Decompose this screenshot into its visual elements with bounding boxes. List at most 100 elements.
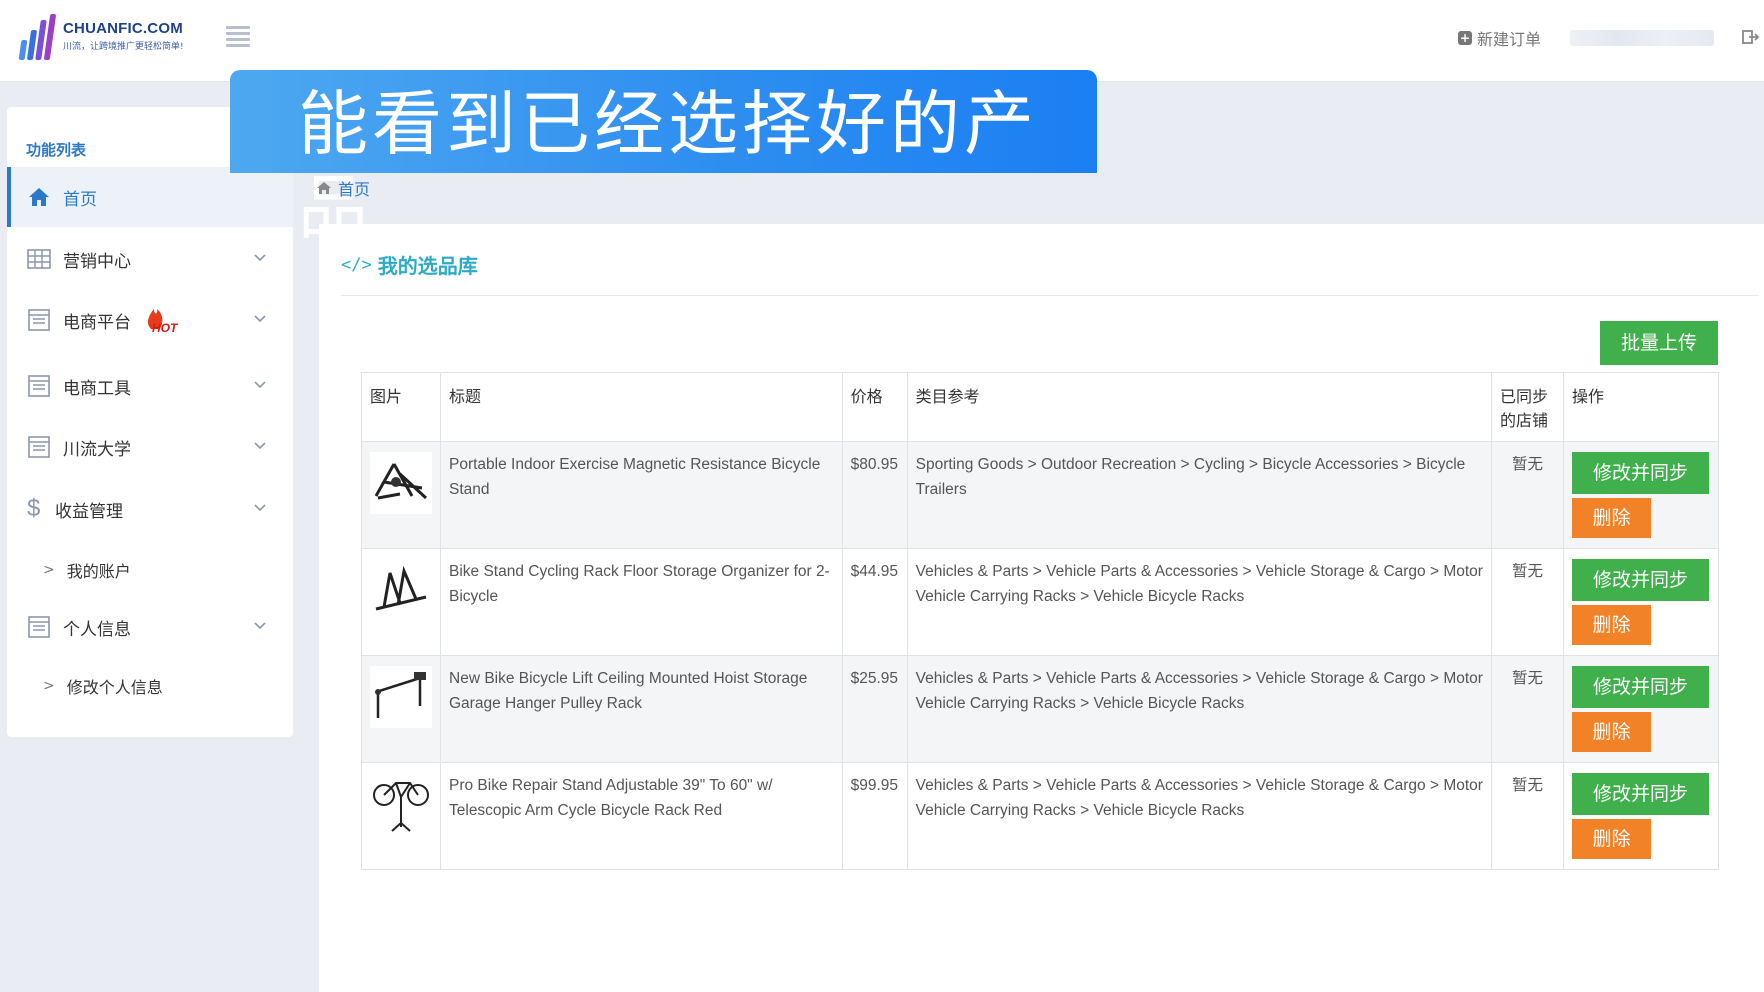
column-header-image: 图片 bbox=[361, 372, 441, 442]
menu-toggle-icon[interactable] bbox=[226, 26, 250, 48]
breadcrumb-home-link[interactable]: 首页 bbox=[338, 176, 370, 200]
synced-stores: 暂无 bbox=[1491, 655, 1564, 763]
edit-sync-button[interactable]: 修改并同步 bbox=[1571, 559, 1709, 601]
logo[interactable]: CHUANFIC.COM 川流，让跨境推广更轻松简单! bbox=[18, 12, 184, 60]
product-category: Vehicles & Parts > Vehicle Parts & Acces… bbox=[906, 762, 1493, 870]
table-row: Pro Bike Repair Stand Adjustable 39" To … bbox=[361, 762, 1720, 870]
bike-lift-thumbnail[interactable] bbox=[370, 666, 432, 728]
edit-sync-button[interactable]: 修改并同步 bbox=[1571, 666, 1709, 708]
edit-sync-button[interactable]: 修改并同步 bbox=[1571, 452, 1709, 494]
sidebar-subitem-label: 修改个人信息 bbox=[66, 678, 163, 697]
dollar-icon: $ bbox=[27, 495, 41, 522]
sidebar-item-earnings[interactable]: $ 收益管理 bbox=[7, 479, 293, 539]
sidebar-subitem-label: 我的账户 bbox=[66, 562, 131, 581]
delete-button[interactable]: 删除 bbox=[1571, 605, 1651, 645]
product-title: Bike Stand Cycling Rack Floor Storage Or… bbox=[440, 548, 843, 656]
delete-button[interactable]: 删除 bbox=[1571, 498, 1651, 538]
product-title: New Bike Bicycle Lift Ceiling Mounted Ho… bbox=[440, 655, 843, 763]
actions-cell: 修改并同步 删除 bbox=[1562, 762, 1720, 870]
product-category: Vehicles & Parts > Vehicle Parts & Acces… bbox=[906, 655, 1493, 763]
chevron-down-icon bbox=[254, 381, 266, 389]
chevron-down-icon bbox=[254, 622, 266, 630]
list-icon bbox=[28, 616, 50, 638]
table-row: New Bike Bicycle Lift Ceiling Mounted Ho… bbox=[361, 655, 1720, 763]
sidebar-item-label: 收益管理 bbox=[55, 501, 123, 522]
sidebar-item-home[interactable]: 首页 bbox=[7, 167, 293, 227]
logo-name: CHUANFIC.COM bbox=[63, 20, 183, 37]
column-header-price: 价格 bbox=[841, 372, 908, 442]
sidebar-item-university[interactable]: 川流大学 bbox=[7, 417, 293, 477]
user-name-blurred[interactable] bbox=[1570, 30, 1714, 46]
code-icon: </> bbox=[341, 254, 372, 275]
product-price: $25.95 bbox=[841, 655, 908, 763]
column-header-category: 类目参考 bbox=[906, 372, 1493, 442]
bulk-upload-button[interactable]: 批量上传 bbox=[1600, 321, 1718, 365]
product-image-cell bbox=[361, 655, 441, 763]
sidebar-item-marketing[interactable]: 营销中心 bbox=[7, 229, 293, 289]
actions-cell: 修改并同步 删除 bbox=[1562, 441, 1720, 549]
chevron-down-icon bbox=[254, 504, 266, 512]
chevron-down-icon bbox=[254, 254, 266, 262]
product-price: $99.95 bbox=[841, 762, 908, 870]
new-order-label: 新建订单 bbox=[1477, 30, 1542, 49]
sidebar-title: 功能列表 bbox=[26, 141, 87, 159]
panel-title-text: 我的选品库 bbox=[377, 254, 478, 278]
list-icon bbox=[28, 436, 50, 458]
list-icon bbox=[28, 375, 50, 397]
actions-cell: 修改并同步 删除 bbox=[1562, 548, 1720, 656]
chevron-down-icon bbox=[254, 315, 266, 323]
logo-mark-icon bbox=[18, 12, 57, 60]
synced-stores: 暂无 bbox=[1491, 441, 1564, 549]
divider bbox=[341, 295, 1759, 296]
table-row: Portable Indoor Exercise Magnetic Resist… bbox=[361, 441, 1720, 549]
edit-sync-button[interactable]: 修改并同步 bbox=[1571, 773, 1709, 815]
table-icon bbox=[27, 249, 51, 269]
exercise-stand-thumbnail[interactable] bbox=[370, 452, 432, 514]
product-table: 图片 标题 价格 类目参考 已同步的店铺 操作 Portable Indoor … bbox=[361, 372, 1720, 870]
actions-cell: 修改并同步 删除 bbox=[1562, 655, 1720, 763]
chevron-right-icon: > bbox=[43, 678, 55, 694]
home-icon bbox=[29, 188, 49, 206]
delete-button[interactable]: 删除 bbox=[1571, 819, 1651, 859]
new-order-button[interactable]: + 新建订单 bbox=[1458, 26, 1541, 50]
sidebar-item-label: 首页 bbox=[63, 189, 97, 210]
caption-banner: 能看到已经选择好的产品 bbox=[230, 70, 1097, 249]
sidebar-item-ecommerce-platform[interactable]: 电商平台 HOT bbox=[7, 290, 293, 350]
synced-stores: 暂无 bbox=[1491, 762, 1564, 870]
sidebar: 功能列表 首页 营销中心 电商平台 HOT 电商工具 川流大学 $ 收益管理 >… bbox=[7, 107, 293, 737]
main-panel: </> 我的选品库 批量上传 图片 标题 价格 类目参考 已同步的店铺 操作 P… bbox=[319, 224, 1764, 992]
list-icon bbox=[28, 309, 50, 331]
product-title: Portable Indoor Exercise Magnetic Resist… bbox=[440, 441, 843, 549]
product-category: Sporting Goods > Outdoor Recreation > Cy… bbox=[906, 441, 1493, 549]
product-price: $80.95 bbox=[841, 441, 908, 549]
synced-stores: 暂无 bbox=[1491, 548, 1564, 656]
repair-stand-thumbnail[interactable] bbox=[370, 773, 432, 835]
product-image-cell bbox=[361, 548, 441, 656]
product-image-cell bbox=[361, 762, 441, 870]
sidebar-item-ecommerce-tools[interactable]: 电商工具 bbox=[7, 356, 293, 416]
panel-title: </> 我的选品库 bbox=[341, 250, 478, 279]
svg-text:HOT: HOT bbox=[152, 321, 179, 335]
sidebar-subitem-edit-profile[interactable]: > 修改个人信息 bbox=[7, 661, 293, 711]
chevron-right-icon: > bbox=[43, 562, 55, 578]
bike-rack-thumbnail[interactable] bbox=[370, 559, 432, 621]
column-header-actions: 操作 bbox=[1562, 372, 1720, 442]
sidebar-subitem-my-account[interactable]: > 我的账户 bbox=[7, 545, 293, 595]
sidebar-item-personal-info[interactable]: 个人信息 bbox=[7, 597, 293, 657]
column-header-title: 标题 bbox=[440, 372, 843, 442]
product-category: Vehicles & Parts > Vehicle Parts & Acces… bbox=[906, 548, 1493, 656]
sidebar-item-label: 营销中心 bbox=[63, 251, 131, 272]
sidebar-item-label: 个人信息 bbox=[63, 619, 131, 640]
logo-slogan: 川流，让跨境推广更轻松简单! bbox=[63, 42, 184, 52]
sidebar-item-label: 电商工具 bbox=[63, 378, 131, 399]
product-image-cell bbox=[361, 441, 441, 549]
plus-square-icon: + bbox=[1458, 31, 1472, 45]
sidebar-item-label: 电商平台 bbox=[63, 312, 131, 333]
delete-button[interactable]: 删除 bbox=[1571, 712, 1651, 752]
logout-icon[interactable] bbox=[1742, 28, 1760, 46]
table-header-row: 图片 标题 价格 类目参考 已同步的店铺 操作 bbox=[361, 372, 1720, 442]
hot-badge-icon: HOT bbox=[143, 305, 181, 335]
product-price: $44.95 bbox=[841, 548, 908, 656]
breadcrumb: 首页 bbox=[316, 176, 370, 200]
column-header-synced-stores: 已同步的店铺 bbox=[1491, 372, 1564, 442]
